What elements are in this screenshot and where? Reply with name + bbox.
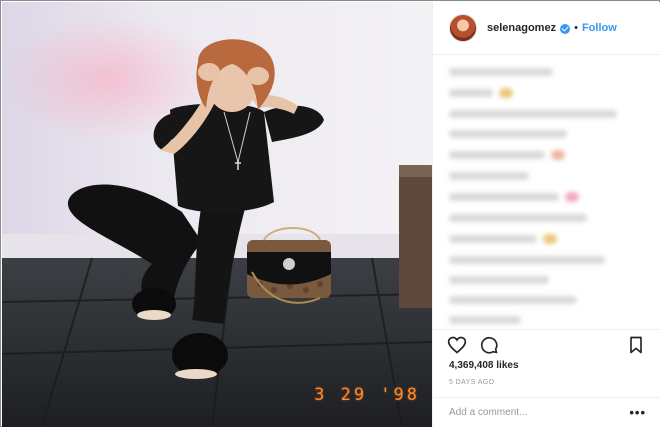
post-side-panel: selenagomez • Follow 4,369,408 likes 5 D…	[432, 2, 660, 427]
comment-input[interactable]	[449, 407, 630, 418]
blurred-comment-line	[449, 68, 553, 76]
username-link[interactable]: selenagomez	[487, 22, 556, 34]
blurred-text	[449, 193, 559, 201]
blurred-emoji-icon	[543, 234, 557, 244]
post-header: selenagomez • Follow	[433, 2, 660, 55]
post-actions-bar	[433, 329, 660, 359]
blurred-comment-line	[449, 172, 529, 180]
follow-button[interactable]: Follow	[582, 22, 617, 34]
avatar[interactable]	[449, 14, 477, 42]
blurred-comment-line	[449, 234, 644, 244]
heart-icon[interactable]	[447, 335, 467, 355]
blurred-comment-line	[449, 110, 617, 118]
bookmark-icon[interactable]	[626, 335, 646, 355]
post-photo[interactable]: 3 29 '98	[2, 2, 432, 427]
blurred-comment-line	[449, 276, 549, 284]
header-separator: •	[574, 22, 578, 34]
blurred-emoji-icon	[551, 150, 565, 160]
blurred-text	[449, 89, 493, 97]
photo-illustration	[2, 2, 432, 427]
post-timestamp[interactable]: 5 DAYS AGO	[449, 379, 495, 386]
comment-bubble-icon[interactable]	[479, 335, 499, 355]
blurred-comment-line	[449, 88, 644, 98]
blurred-comment-line	[449, 150, 644, 160]
blurred-comment-line	[449, 192, 644, 202]
blurred-comment-line	[449, 256, 605, 264]
photo-date-stamp: 3 29 '98	[314, 385, 420, 405]
comments-section-blurred	[433, 56, 660, 329]
blurred-comment-line	[449, 214, 587, 222]
verified-badge-icon	[560, 24, 571, 34]
blurred-comment-line	[449, 296, 577, 304]
blurred-emoji-icon	[565, 192, 579, 202]
blurred-text	[449, 151, 545, 159]
likes-count[interactable]: 4,369,408 likes	[449, 360, 519, 371]
more-options-icon[interactable]: •••	[629, 405, 646, 420]
instagram-post-frame: 3 29 '98 selenagomez • Follow 4,369,408 …	[0, 0, 660, 427]
blurred-comment-line	[449, 316, 521, 324]
blurred-comment-line	[449, 130, 567, 138]
add-comment-bar: •••	[433, 397, 660, 427]
blurred-emoji-icon	[499, 88, 513, 98]
blurred-text	[449, 235, 537, 243]
